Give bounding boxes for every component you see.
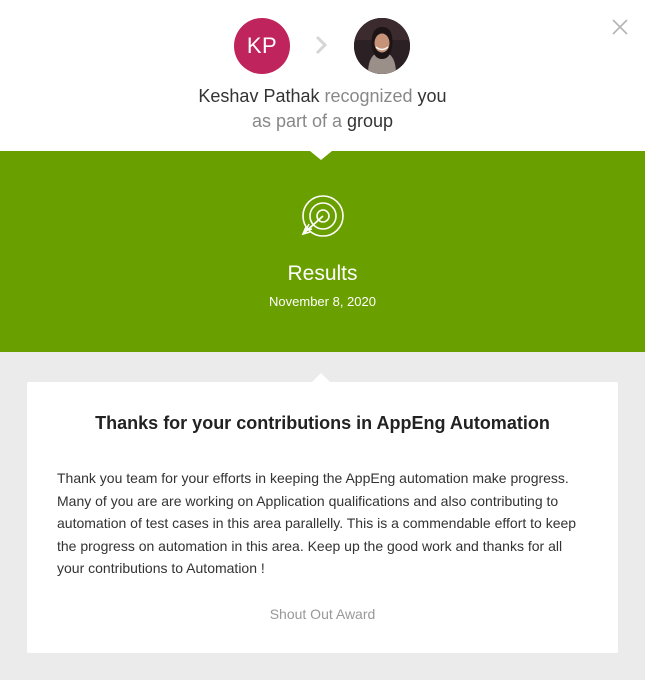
award-title: Results — [287, 262, 358, 285]
recipient-photo — [354, 18, 410, 74]
recognition-card: Thanks for your contributions in AppEng … — [27, 382, 618, 653]
group-prefix: as part of a — [251, 111, 347, 131]
banner-pointer — [310, 151, 332, 160]
recognized-verb: recognized — [319, 86, 418, 106]
recipient-avatar — [354, 18, 410, 74]
target-arrow-icon — [301, 195, 344, 237]
close-button[interactable] — [609, 16, 631, 38]
award-banner — [0, 151, 645, 352]
recipient-label: you — [417, 86, 447, 106]
close-icon — [612, 19, 628, 35]
award-type-label: Shout Out Award — [269, 606, 376, 622]
card-title: Thanks for your contributions in AppEng … — [95, 413, 550, 433]
group-label: group — [347, 111, 394, 131]
award-date: November 8, 2020 — [269, 294, 376, 309]
card-message: Thank you team for your efforts in keepi… — [57, 470, 577, 576]
recognition-headline: Keshav Pathak recognized you as part of … — [0, 84, 645, 134]
giver-avatar: KP — [234, 18, 290, 74]
chevron-right-icon — [315, 35, 328, 55]
giver-name[interactable]: Keshav Pathak — [198, 86, 319, 106]
